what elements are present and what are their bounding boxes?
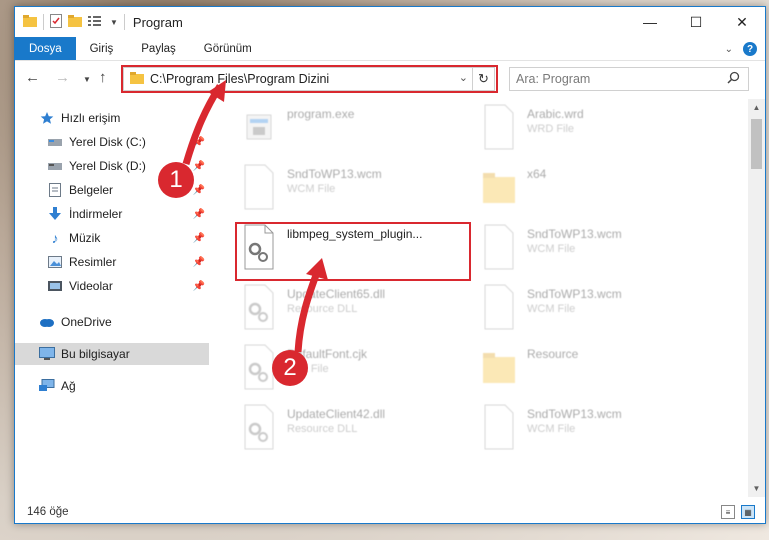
arrow-to-file xyxy=(294,268,322,353)
callout-step-2: 2 xyxy=(272,350,308,386)
annotation-arrows xyxy=(182,80,328,353)
arrow-to-address xyxy=(182,84,223,165)
callout-step-1: 1 xyxy=(158,162,194,198)
arrowhead-icon xyxy=(306,258,328,280)
